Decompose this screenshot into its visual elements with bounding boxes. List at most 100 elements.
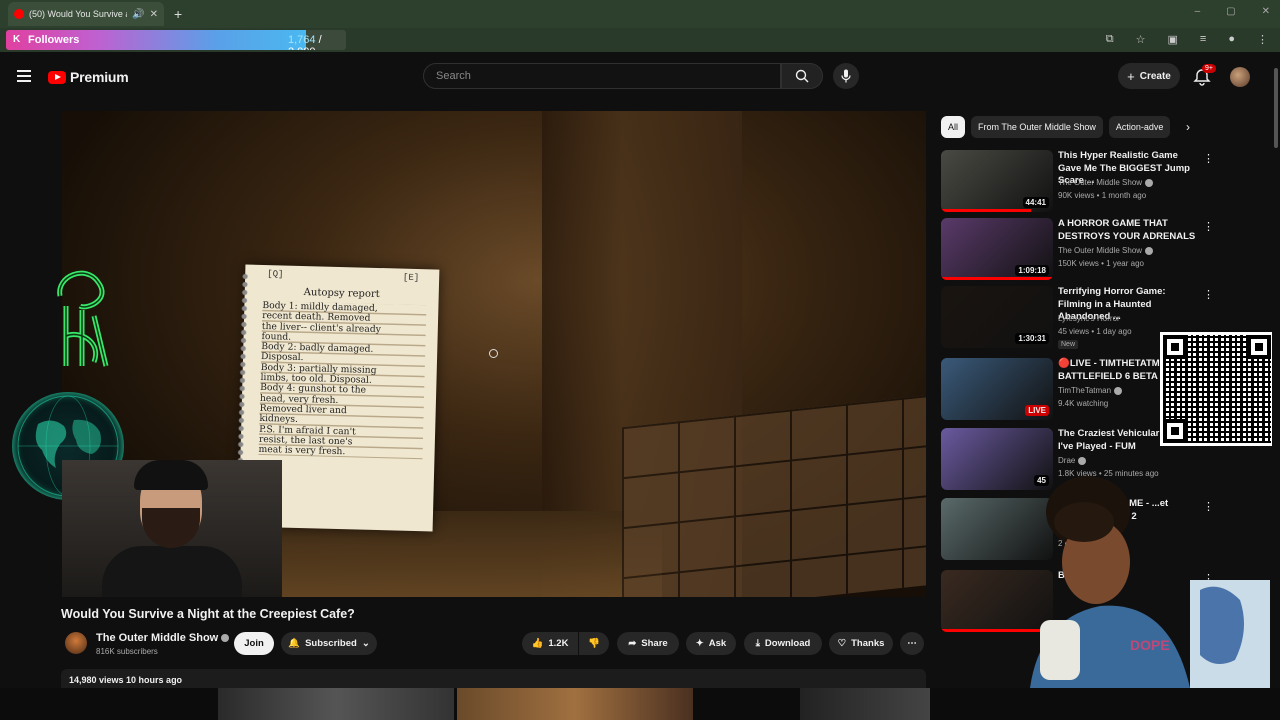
recommended-channel-text: Drae	[1058, 456, 1076, 465]
duration-badge: 44:41	[1022, 197, 1049, 208]
like-button[interactable]: 👍 1.2K	[522, 632, 578, 655]
note-body: Body 1: mildly damaged, recent death. Rem…	[258, 300, 427, 460]
bookmark-star-icon[interactable]: ☆	[1136, 33, 1146, 46]
recommended-channel-text: Lyfesync's Horror	[1058, 314, 1120, 323]
subscribed-button[interactable]: 🔔 Subscribed ⌄	[281, 632, 377, 655]
live-badge: LIVE	[1025, 405, 1049, 416]
download-label: Download	[764, 638, 811, 649]
create-button[interactable]: + Create	[1118, 63, 1180, 89]
verified-icon	[1114, 386, 1123, 395]
profile-icon[interactable]: ●	[1228, 33, 1235, 46]
browser-tab-strip: (50) Would You Survive a Ni 🔊 ✕ + – ▢ ✕	[0, 0, 1280, 28]
youtube-favicon-icon	[14, 9, 24, 19]
filter-chips: All From The Outer Middle Show Action-ad…	[941, 116, 1171, 138]
media-control-icon[interactable]: ≡	[1200, 33, 1206, 46]
recommended-channel[interactable]: TimTheTatman	[1058, 386, 1123, 395]
qr-code	[1160, 332, 1274, 446]
install-app-icon[interactable]: ⧉	[1106, 33, 1114, 46]
plus-icon: +	[1127, 68, 1135, 84]
second-webcam: DOPE	[1000, 470, 1270, 688]
video-thumbnail[interactable]: 44:41	[941, 150, 1053, 212]
more-options-icon[interactable]: ⋮	[1203, 220, 1214, 233]
kick-logo-icon: K	[13, 34, 21, 45]
bottom-thumbnail	[800, 688, 930, 720]
scene-tile-wall	[622, 394, 926, 597]
chevron-down-icon: ⌄	[361, 638, 370, 649]
close-tab-icon[interactable]: ✕	[150, 9, 158, 20]
more-actions-button[interactable]: ⋯	[900, 632, 924, 655]
share-button[interactable]: ➦ Share	[617, 632, 679, 655]
svg-text:DOPE: DOPE	[1130, 637, 1170, 653]
bottom-thumbnail	[218, 688, 454, 720]
streamer-logo-icon	[57, 270, 109, 367]
more-options-icon[interactable]: ⋮	[1203, 152, 1214, 165]
follower-goal-label: Followers	[28, 34, 80, 46]
recommended-meta: 90K views • 1 month ago	[1058, 191, 1147, 200]
note-key-e: [E]	[402, 272, 420, 284]
account-avatar[interactable]	[1230, 67, 1250, 87]
video-thumbnail[interactable]: 1:30:31	[941, 286, 1053, 348]
logo-text: Premium	[70, 69, 129, 85]
notification-badge: 9+	[1202, 64, 1216, 73]
new-badge: New	[1058, 340, 1079, 349]
new-tab-button[interactable]: +	[174, 6, 182, 22]
bottom-thumbnail	[457, 688, 693, 720]
search-input[interactable]: Search	[423, 63, 781, 89]
channel-avatar[interactable]	[65, 632, 87, 654]
share-arrow-icon: ➦	[628, 638, 637, 649]
download-button[interactable]: ⤓ Download	[744, 632, 822, 655]
ask-label: Ask	[708, 638, 727, 649]
toolbar-icons: ⧉ ☆ ▣ ≡ ● ⋮	[1106, 33, 1268, 46]
recommended-video[interactable]: 44:41 This Hyper Realistic Game Gave Me T…	[941, 150, 1214, 214]
recommended-video[interactable]: 1:09:18 A HORROR GAME THAT DESTROYS YOUR …	[941, 218, 1214, 282]
video-thumbnail[interactable]: 1:09:18	[941, 218, 1053, 280]
chip-all[interactable]: All	[941, 116, 966, 138]
browser-menu-icon[interactable]: ⋮	[1257, 33, 1268, 46]
browser-toolbar: K Followers 1,764 / 2,000 ⧉ ☆ ▣ ≡ ● ⋮	[0, 28, 1280, 52]
ask-button[interactable]: ✦ Ask	[686, 632, 736, 655]
recommended-channel[interactable]: Drae	[1058, 456, 1087, 465]
recommended-channel[interactable]: Lyfesync's Horror	[1058, 314, 1120, 323]
crosshair-icon	[489, 349, 498, 358]
streamer-webcam	[62, 460, 282, 597]
menu-icon[interactable]	[17, 70, 31, 82]
recommended-channel[interactable]: The Outer Middle Show	[1058, 246, 1154, 255]
chevron-right-icon[interactable]: ›	[1186, 120, 1190, 134]
minimize-button[interactable]: –	[1195, 6, 1201, 17]
recommended-channel-text: TimTheTatman	[1058, 386, 1112, 395]
more-horizontal-icon: ⋯	[907, 638, 917, 649]
share-label: Share	[641, 638, 668, 649]
speaker-icon[interactable]: 🔊	[132, 9, 144, 20]
more-options-icon[interactable]: ⋮	[1203, 288, 1214, 301]
close-window-button[interactable]: ✕	[1262, 6, 1270, 17]
channel-name-text: The Outer Middle Show	[96, 632, 219, 644]
video-thumbnail[interactable]: LIVE	[941, 358, 1053, 420]
like-count: 1.2K	[548, 638, 569, 649]
extensions-icon[interactable]: ▣	[1168, 33, 1178, 46]
chip-action-adventure[interactable]: Action-adve	[1108, 116, 1171, 138]
window-controls: – ▢ ✕	[1195, 6, 1270, 17]
bell-icon: 🔔	[288, 638, 301, 649]
maximize-button[interactable]: ▢	[1226, 6, 1235, 17]
subscriber-count: 816K subscribers	[96, 647, 158, 656]
verified-icon	[1078, 456, 1087, 465]
follower-current: 1,764	[288, 34, 316, 46]
dislike-button[interactable]: 👎	[579, 632, 609, 655]
video-title: Would You Survive a Night at the Creepie…	[61, 607, 355, 621]
recommended-meta: 9.4K watching	[1058, 399, 1109, 408]
watch-progress-bar	[941, 209, 1031, 212]
join-button[interactable]: Join	[234, 632, 274, 655]
scrollbar-thumb[interactable]	[1274, 68, 1278, 148]
page-scrollbar[interactable]	[1272, 58, 1280, 688]
search-button[interactable]	[781, 63, 823, 89]
recommended-title[interactable]: A HORROR GAME THAT DESTROYS YOUR ADRENAL…	[1058, 218, 1198, 243]
chip-from-channel[interactable]: From The Outer Middle Show	[971, 116, 1103, 138]
note-keys: [Q] [E]	[267, 269, 419, 283]
browser-tab[interactable]: (50) Would You Survive a Ni 🔊 ✕	[8, 2, 164, 26]
voice-search-button[interactable]	[833, 63, 859, 89]
recommended-channel[interactable]: The Outer Middle Show	[1058, 178, 1154, 187]
follower-goal-count: 1,764 / 2,000	[288, 34, 346, 50]
thanks-button[interactable]: ♡ Thanks	[829, 632, 893, 655]
channel-name[interactable]: The Outer Middle Show	[96, 632, 230, 644]
youtube-premium-logo[interactable]: Premium	[48, 69, 129, 85]
